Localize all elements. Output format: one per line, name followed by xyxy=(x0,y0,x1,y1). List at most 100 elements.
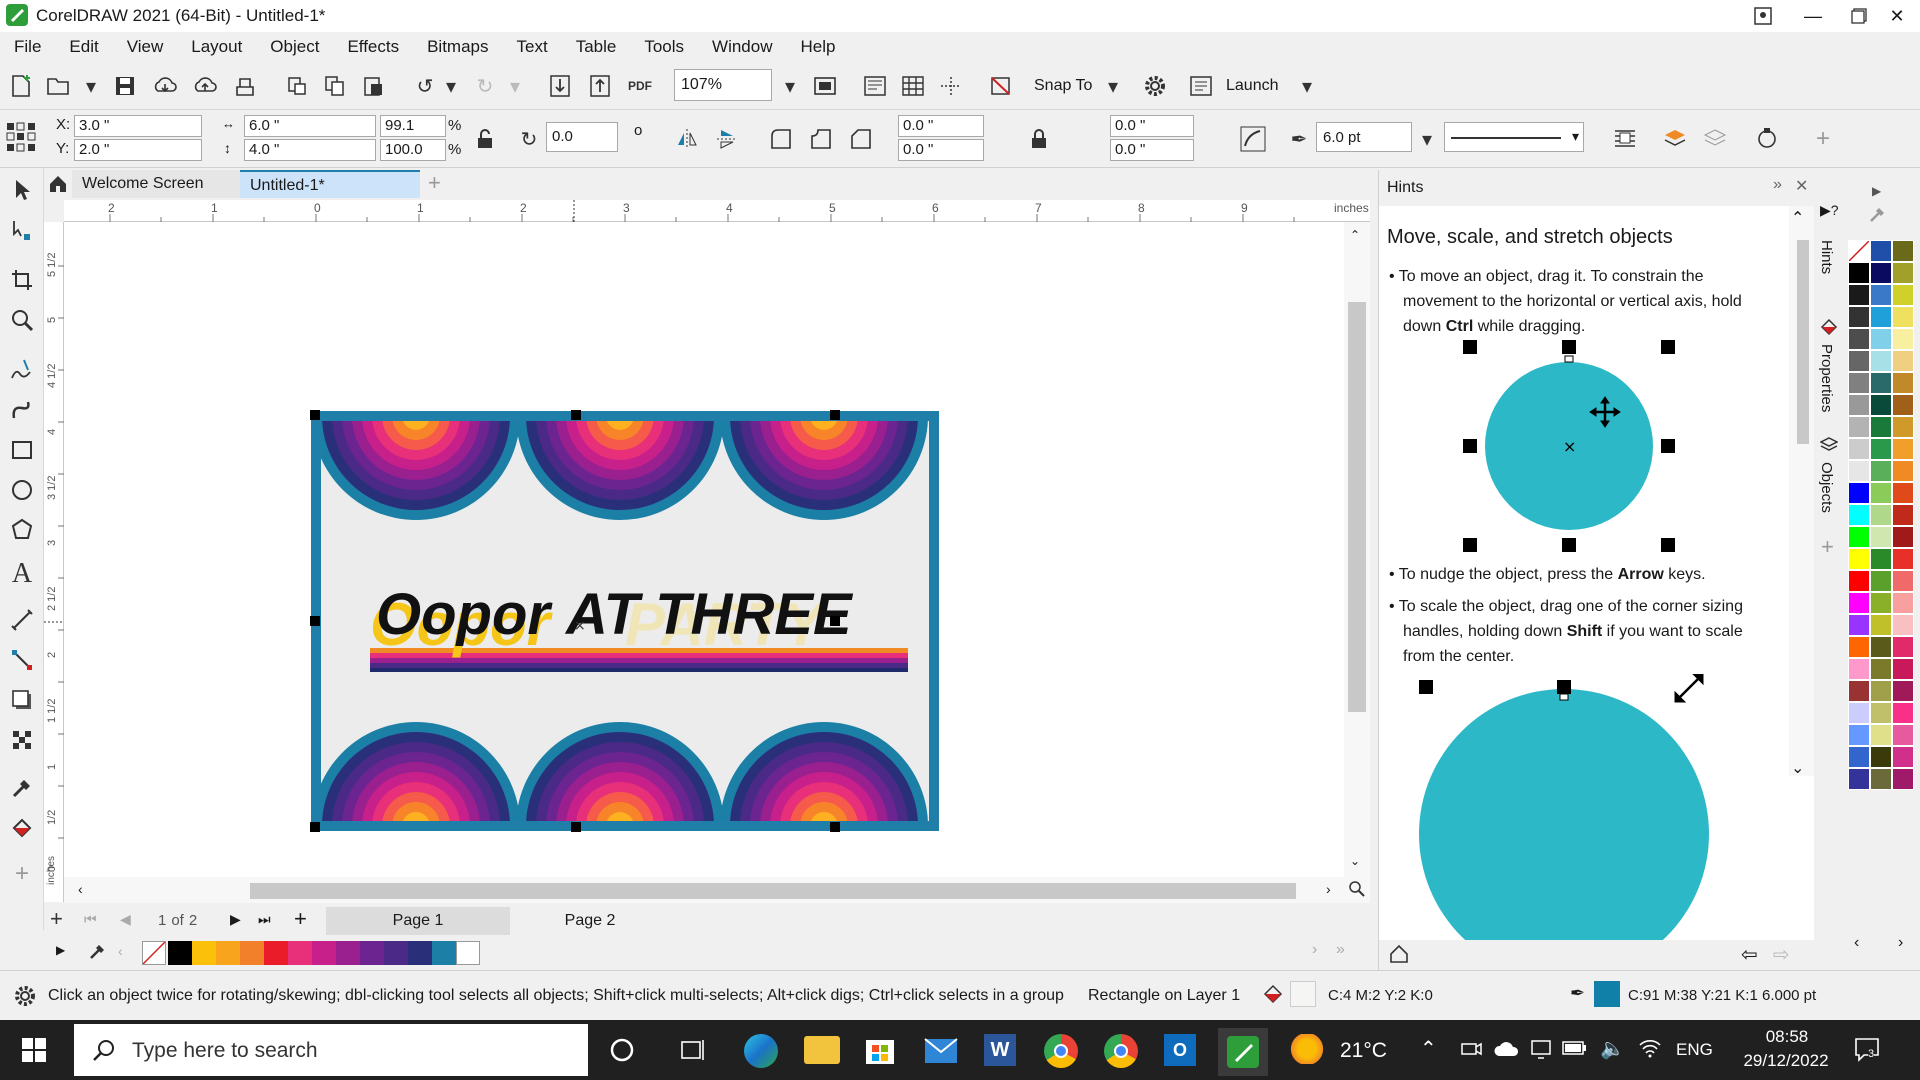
battery-icon[interactable] xyxy=(1562,1040,1588,1061)
color-swatch[interactable] xyxy=(192,941,216,965)
color-swatch[interactable] xyxy=(1870,570,1892,592)
color-swatch[interactable] xyxy=(1848,482,1870,504)
scale-y-field[interactable]: 100.0 xyxy=(380,139,446,161)
clock-time[interactable]: 08:58 xyxy=(1752,1027,1822,1047)
rotation-field[interactable]: 0.0 xyxy=(546,122,618,152)
outlook-icon[interactable]: O xyxy=(1164,1034,1196,1066)
color-swatch[interactable] xyxy=(1848,416,1870,438)
palette-expand-icon[interactable]: » xyxy=(1336,941,1345,959)
color-swatch[interactable] xyxy=(1892,460,1914,482)
freehand-tool-icon[interactable] xyxy=(6,354,38,386)
color-swatch[interactable] xyxy=(1870,460,1892,482)
color-swatch[interactable] xyxy=(1892,526,1914,548)
windows-start-icon[interactable] xyxy=(22,1038,46,1067)
to-back-icon[interactable] xyxy=(1700,124,1730,154)
zoom-to-fit-icon[interactable] xyxy=(1348,880,1366,903)
color-swatch[interactable] xyxy=(1848,438,1870,460)
last-page-icon[interactable]: ⏭ xyxy=(258,911,271,928)
wifi-icon[interactable] xyxy=(1638,1038,1662,1063)
color-swatch[interactable] xyxy=(384,941,408,965)
color-swatch[interactable] xyxy=(1848,658,1870,680)
color-swatch[interactable] xyxy=(1892,570,1914,592)
color-swatch[interactable] xyxy=(1870,328,1892,350)
mirror-horizontal-icon[interactable] xyxy=(672,124,702,154)
color-swatch[interactable] xyxy=(1848,526,1870,548)
color-swatch[interactable] xyxy=(1870,482,1892,504)
menu-layout[interactable]: Layout xyxy=(177,32,256,57)
color-swatch[interactable] xyxy=(1892,328,1914,350)
weather-temperature[interactable]: 21°C xyxy=(1340,1039,1387,1063)
color-swatch[interactable] xyxy=(1892,768,1914,790)
color-swatch[interactable] xyxy=(1870,416,1892,438)
palette-scroll-right-icon[interactable]: › xyxy=(1898,934,1903,952)
menu-tools[interactable]: Tools xyxy=(630,32,698,57)
drawing-canvas[interactable]: Oopor PARTY Oopor AT THREE × xyxy=(64,222,1344,877)
color-swatch[interactable] xyxy=(1848,702,1870,724)
zoom-dropdown-icon[interactable]: ▾ xyxy=(775,71,805,101)
onedrive-icon[interactable] xyxy=(1494,1040,1520,1063)
corner-radius-top-right[interactable]: 0.0 " xyxy=(1110,115,1194,137)
corner-radius-bottom-right[interactable]: 0.0 " xyxy=(1110,139,1194,161)
palette-options-icon[interactable]: ▶ xyxy=(56,943,65,957)
menu-text[interactable]: Text xyxy=(503,32,562,57)
drop-shadow-tool-icon[interactable] xyxy=(6,684,38,716)
color-swatch[interactable] xyxy=(1892,504,1914,526)
scroll-left-icon[interactable]: ‹ xyxy=(78,881,83,897)
color-swatch[interactable] xyxy=(336,941,360,965)
to-front-icon[interactable] xyxy=(1660,124,1690,154)
microsoft-store-icon[interactable] xyxy=(864,1034,896,1071)
palette-scroll-left-icon[interactable]: ‹ xyxy=(118,943,123,959)
scroll-right-icon[interactable]: › xyxy=(1326,881,1331,897)
wrap-text-icon[interactable] xyxy=(1610,124,1640,154)
language-indicator[interactable]: ENG xyxy=(1676,1040,1713,1060)
rotate-icon[interactable]: ↻ xyxy=(514,124,544,154)
x-position-field[interactable]: 3.0 " xyxy=(74,115,202,137)
relative-corner-scaling-icon[interactable] xyxy=(1238,124,1268,154)
color-swatch[interactable] xyxy=(1870,680,1892,702)
color-swatch[interactable] xyxy=(1870,592,1892,614)
color-swatch[interactable] xyxy=(1892,592,1914,614)
rectangle-tool-icon[interactable] xyxy=(6,434,38,466)
help-window-icon[interactable] xyxy=(1740,0,1786,32)
interactive-fill-tool-icon[interactable] xyxy=(6,812,38,844)
volume-icon[interactable]: 🔈 xyxy=(1600,1036,1625,1061)
show-rulers-icon[interactable] xyxy=(860,71,890,101)
hints-back-icon[interactable]: ⇦ xyxy=(1741,942,1758,967)
width-field[interactable]: 6.0 " xyxy=(244,115,376,137)
weather-icon[interactable] xyxy=(1290,1034,1324,1064)
convert-to-curves-icon[interactable] xyxy=(1752,124,1782,154)
color-swatch[interactable] xyxy=(1892,306,1914,328)
menu-object[interactable]: Object xyxy=(256,32,333,57)
round-corner-icon[interactable] xyxy=(766,124,796,154)
scale-x-field[interactable]: 99.1 xyxy=(380,115,446,137)
menu-view[interactable]: View xyxy=(113,32,178,57)
color-swatch[interactable] xyxy=(1870,636,1892,658)
color-swatch[interactable] xyxy=(1892,614,1914,636)
paste-icon[interactable] xyxy=(358,71,388,101)
show-hidden-icons-icon[interactable]: ⌃ xyxy=(1420,1036,1437,1061)
color-swatch[interactable] xyxy=(1848,592,1870,614)
object-origin-icon[interactable] xyxy=(6,122,36,152)
artistic-media-tool-icon[interactable] xyxy=(6,394,38,426)
menu-effects[interactable]: Effects xyxy=(333,32,413,57)
clock-date[interactable]: 29/12/2022 xyxy=(1736,1051,1836,1071)
vertical-scroll-thumb[interactable] xyxy=(1348,302,1366,712)
artwork-rectangle[interactable]: Oopor PARTY Oopor AT THREE × xyxy=(310,410,1010,870)
color-swatch[interactable] xyxy=(1870,702,1892,724)
side-tab-properties[interactable]: Properties xyxy=(1818,344,1835,412)
color-swatch[interactable] xyxy=(1848,372,1870,394)
menu-help[interactable]: Help xyxy=(787,32,850,57)
previous-page-icon[interactable]: ◀ xyxy=(120,911,131,928)
export-icon[interactable] xyxy=(585,71,615,101)
color-swatch[interactable] xyxy=(408,941,432,965)
outline-width-dropdown-icon[interactable]: ▾ xyxy=(1412,124,1442,154)
menu-window[interactable]: Window xyxy=(698,32,786,57)
save-icon[interactable] xyxy=(110,71,140,101)
scroll-down-icon[interactable]: ⌄ xyxy=(1350,854,1360,868)
add-tool-icon[interactable]: + xyxy=(6,858,38,890)
menu-edit[interactable]: Edit xyxy=(55,32,112,57)
color-swatch[interactable] xyxy=(1870,394,1892,416)
color-swatch[interactable] xyxy=(1870,240,1892,262)
parallel-dimension-tool-icon[interactable] xyxy=(6,604,38,636)
color-swatch[interactable] xyxy=(1892,636,1914,658)
